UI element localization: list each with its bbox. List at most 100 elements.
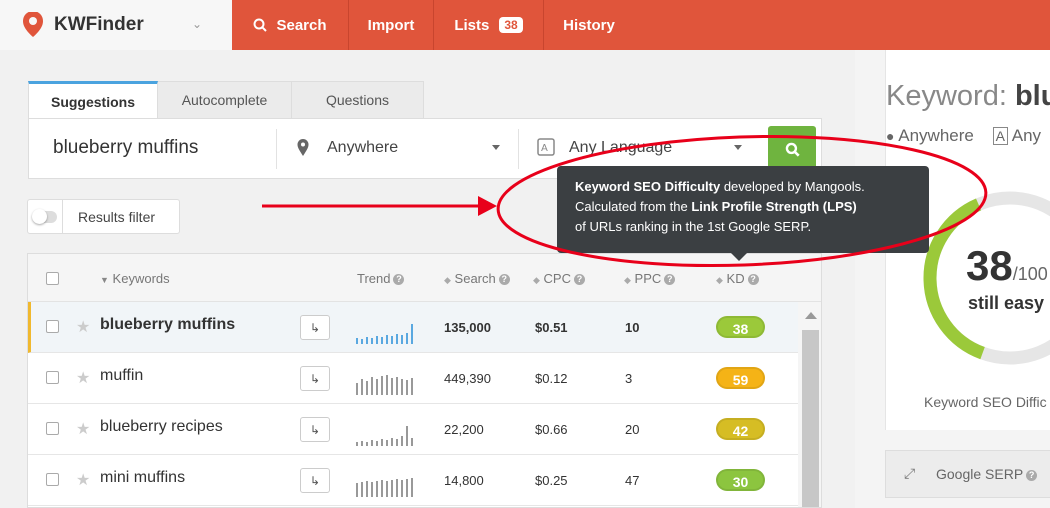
nav-search[interactable]: Search — [232, 0, 349, 50]
kd-score-max: /100 — [1012, 264, 1048, 284]
row-checkbox[interactable] — [46, 422, 59, 435]
star-icon[interactable]: ★ — [76, 368, 90, 388]
trend-bar — [356, 338, 358, 344]
row-keyword[interactable]: muffin — [100, 367, 143, 385]
tooltip-text-2: Calculated from the — [575, 199, 692, 214]
language-icon: A — [992, 127, 1008, 145]
nav-search-label: Search — [276, 16, 327, 34]
tooltip-line-1: Keyword SEO Difficulty developed by Mang… — [575, 177, 911, 197]
col-kd[interactable]: ◆ KD? — [716, 271, 759, 286]
col-search[interactable]: ◆ Search? — [444, 271, 510, 286]
tab-suggestions[interactable]: Suggestions — [28, 81, 158, 119]
help-icon[interactable]: ? — [1026, 470, 1038, 481]
table-row[interactable]: ★ mini muffins ↳ 14,800 $0.25 47 30 — [28, 455, 798, 506]
trend-bar — [411, 478, 413, 497]
tooltip-bold-1: Keyword SEO Difficulty — [575, 179, 721, 194]
table-row[interactable]: ★ blueberry recipes ↳ 22,200 $0.66 20 42 — [28, 404, 798, 455]
keyword-title-value: blu — [1014, 80, 1050, 112]
table-row[interactable]: ★ muffin ↳ 449,390 $0.12 3 59 — [28, 353, 798, 404]
help-icon[interactable]: ? — [747, 274, 759, 285]
help-icon[interactable]: ? — [574, 274, 585, 285]
nav-history[interactable]: History — [544, 0, 634, 50]
select-all-checkbox[interactable] — [46, 272, 59, 285]
filter-toggle[interactable] — [32, 209, 57, 224]
row-kd-badge: 42 — [716, 418, 765, 440]
star-icon[interactable]: ★ — [76, 317, 90, 337]
star-icon[interactable]: ★ — [76, 419, 90, 439]
trend-bar — [381, 337, 383, 344]
nav-lists[interactable]: Lists 38 — [434, 0, 544, 50]
trend-bar — [376, 379, 378, 395]
trend-sparkline — [356, 426, 413, 446]
trend-bar — [391, 480, 393, 497]
row-search-volume: 135,000 — [444, 320, 491, 335]
col-search-label: Search — [454, 271, 496, 286]
keyword-input[interactable]: blueberry muffins — [53, 137, 198, 159]
row-keyword[interactable]: blueberry muffins — [100, 316, 235, 334]
help-icon[interactable]: ? — [664, 274, 676, 285]
col-trend[interactable]: Trend? — [357, 271, 405, 286]
kd-tooltip: Keyword SEO Difficulty developed by Mang… — [557, 166, 929, 261]
row-cpc: $0.25 — [535, 473, 568, 488]
divider — [276, 129, 277, 169]
sort-down-icon: ▼ — [100, 275, 109, 285]
keyword-overview-panel: Keyword: blu ● Anywhere A Any 38/100 sti… — [855, 50, 1050, 508]
expand-icon[interactable]: ⤢ — [904, 465, 915, 482]
row-checkbox[interactable] — [46, 320, 59, 333]
keywords-table: ▼ Keywords Trend? ◆ Search? ◆ CPC? ◆ PPC… — [27, 253, 822, 508]
help-icon[interactable]: ? — [393, 274, 405, 285]
trend-bar — [371, 440, 373, 446]
sort-icon: ◆ — [624, 275, 631, 285]
nav-import-label: Import — [367, 16, 415, 34]
open-keyword-button[interactable]: ↳ — [300, 468, 330, 493]
kd-score: 38/100 — [966, 242, 1048, 290]
row-keyword[interactable]: blueberry recipes — [100, 418, 223, 436]
trend-bar — [391, 378, 393, 395]
trend-bar — [356, 383, 358, 395]
keyword-title-prefix: Keyword: — [886, 80, 1015, 112]
trend-bar — [406, 479, 408, 497]
row-ppc: 20 — [625, 422, 640, 437]
star-icon[interactable]: ★ — [76, 470, 90, 490]
location-caret-icon — [492, 145, 500, 150]
row-checkbox[interactable] — [46, 371, 59, 384]
trend-bar — [411, 438, 413, 446]
open-keyword-button[interactable]: ↳ — [300, 366, 330, 391]
search-tabs: Suggestions Autocomplete Questions — [28, 81, 424, 119]
table-scrollbar[interactable] — [798, 302, 821, 507]
sort-icon: ◆ — [444, 275, 451, 285]
scroll-up-icon[interactable] — [805, 312, 817, 319]
col-cpc[interactable]: ◆ CPC? — [533, 271, 585, 286]
open-keyword-button[interactable]: ↳ — [300, 315, 330, 340]
tab-autocomplete[interactable]: Autocomplete — [158, 81, 292, 119]
trend-bar — [406, 426, 408, 446]
divider — [518, 129, 519, 169]
location-select[interactable]: Anywhere — [327, 139, 398, 157]
trend-bar — [406, 380, 408, 395]
row-ppc: 47 — [625, 473, 640, 488]
trend-bar — [401, 379, 403, 395]
table-row[interactable]: ★ blueberry muffins ↳ 135,000 $0.51 10 38 — [28, 302, 798, 353]
trend-bar — [376, 481, 378, 497]
col-ppc[interactable]: ◆ PPC? — [624, 271, 676, 286]
row-keyword[interactable]: mini muffins — [100, 469, 185, 487]
google-serp-section[interactable]: ⤢ Google SERP? — [885, 450, 1050, 498]
row-search-volume: 14,800 — [444, 473, 484, 488]
col-keywords[interactable]: ▼ Keywords — [100, 271, 170, 286]
trend-bar — [386, 375, 388, 395]
nav-import[interactable]: Import — [349, 0, 434, 50]
kwfinder-logo-icon — [23, 12, 43, 37]
app-switcher[interactable]: KWFinder ⌄ — [0, 0, 232, 50]
tab-questions[interactable]: Questions — [292, 81, 424, 119]
open-keyword-button[interactable]: ↳ — [300, 417, 330, 442]
trend-bar — [391, 336, 393, 344]
scroll-thumb[interactable] — [802, 330, 819, 507]
trend-bar — [366, 381, 368, 395]
results-filter-button[interactable]: Results filter — [27, 199, 180, 234]
language-select[interactable]: Any Language — [569, 139, 672, 157]
main-panel: Suggestions Autocomplete Questions blueb… — [0, 50, 855, 508]
row-checkbox[interactable] — [46, 473, 59, 486]
language-icon: A — [537, 138, 555, 156]
help-icon[interactable]: ? — [498, 274, 510, 285]
col-ppc-label: PPC — [634, 271, 662, 286]
